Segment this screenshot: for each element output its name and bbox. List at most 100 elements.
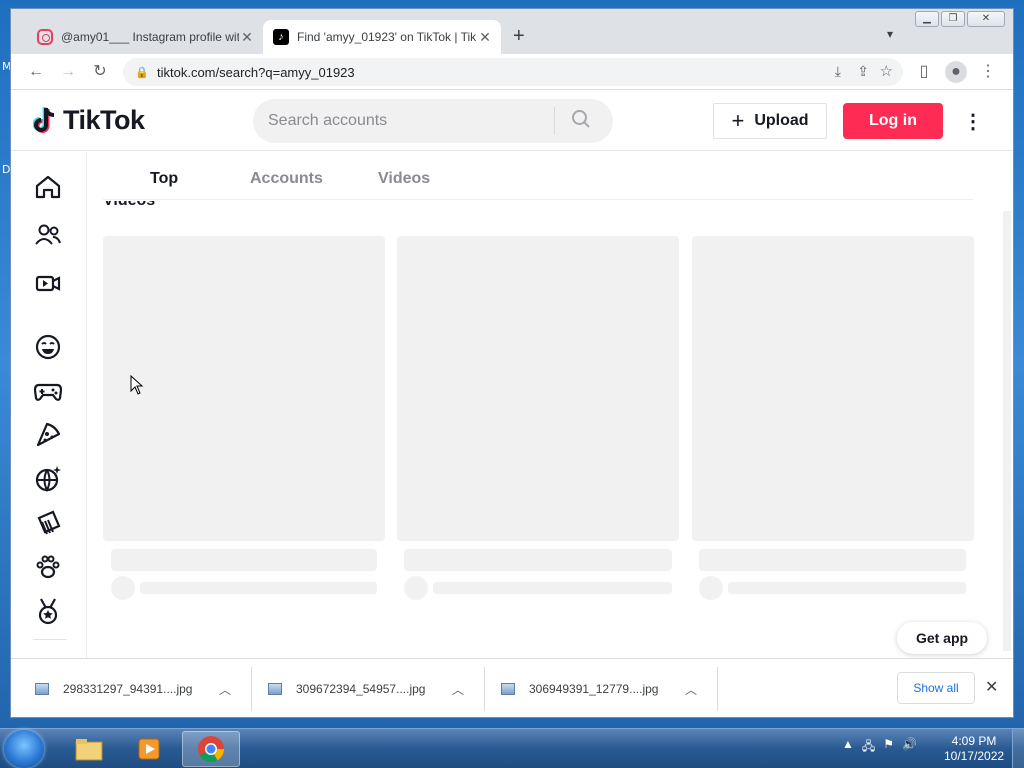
chevron-up-icon[interactable]: ︿ [685, 681, 697, 698]
search-bar [253, 99, 613, 143]
username-placeholder [433, 582, 672, 594]
live-icon[interactable] [33, 268, 63, 298]
avatar-placeholder [699, 576, 723, 600]
download-filename: 298331297_94391....jpg [63, 682, 193, 696]
address-bar[interactable]: 🔒 tiktok.com/search?q=amyy_01923 ⤓ ⇪ ☆ [123, 58, 903, 86]
chrome-icon[interactable] [182, 731, 240, 767]
tab-top[interactable]: Top [150, 170, 178, 188]
back-icon[interactable]: ← [25, 61, 47, 83]
action-center-icon[interactable]: ⚑ [883, 737, 894, 758]
tab-instagram[interactable]: @amy01___ Instagram profile wit ✕ [27, 20, 263, 54]
avatar-placeholder [404, 576, 428, 600]
image-file-icon [501, 683, 515, 695]
side-panel-icon[interactable]: ▯ [913, 61, 935, 83]
search-icon [572, 109, 590, 128]
get-app-button[interactable]: Get app [897, 622, 987, 654]
search-button[interactable] [555, 109, 607, 134]
tab-title: Find 'amyy_01923' on TikTok | Tik [297, 30, 477, 44]
gaming-icon[interactable] [33, 376, 63, 406]
title-placeholder [111, 549, 377, 571]
lock-icon[interactable]: 🔒 [135, 66, 149, 79]
food-icon[interactable] [33, 420, 63, 450]
browser-toolbar: ← → ↻ 🔒 tiktok.com/search?q=amyy_01923 ⤓… [11, 54, 1013, 90]
tab-title: @amy01___ Instagram profile wit [61, 30, 239, 44]
taskbar: ▲ 🖧 ⚑ 🔊 4:09 PM 10/17/2022 [0, 728, 1024, 768]
video-card-placeholder[interactable] [397, 236, 679, 541]
clock-time: 4:09 PM [951, 734, 997, 748]
upload-label: Upload [754, 112, 809, 129]
address-url[interactable]: tiktok.com/search?q=amyy_01923 [157, 65, 355, 80]
mouse-cursor-icon [130, 375, 144, 395]
home-icon[interactable] [33, 172, 63, 202]
clock[interactable]: 4:09 PM 10/17/2022 [944, 734, 1004, 764]
show-desktop-button[interactable] [1012, 729, 1024, 768]
divider [484, 667, 485, 711]
start-button[interactable] [4, 730, 44, 768]
sidebar [11, 152, 87, 658]
chevron-up-icon[interactable]: ︿ [452, 681, 464, 698]
browser-window: @amy01___ Instagram profile wit ✕ ♪ Find… [10, 8, 1014, 718]
show-hidden-icons-icon[interactable]: ▲ [842, 737, 854, 758]
login-button[interactable]: Log in [843, 103, 943, 139]
tiktok-logo[interactable]: TikTok [33, 105, 145, 136]
bookmark-star-icon[interactable]: ☆ [880, 62, 893, 80]
tab-accounts[interactable]: Accounts [250, 170, 323, 188]
avatar-placeholder [111, 576, 135, 600]
volume-icon[interactable]: 🔊 [902, 737, 917, 758]
download-item[interactable]: 306949391_12779....jpg ︿ [501, 659, 697, 717]
restore-button[interactable]: ❐ [941, 11, 965, 27]
share-icon[interactable]: ⇪ [857, 63, 869, 80]
media-player-icon[interactable] [120, 731, 178, 767]
upload-button[interactable]: + Upload [713, 103, 827, 139]
username-placeholder [728, 582, 966, 594]
tiktok-icon: ♪ [273, 29, 289, 45]
image-file-icon [35, 683, 49, 695]
video-card-placeholder[interactable] [692, 236, 974, 541]
more-options-icon[interactable]: ⋮ [963, 109, 983, 134]
beauty-icon[interactable] [33, 508, 63, 538]
tab-videos[interactable]: Videos [378, 170, 430, 188]
explorer-icon[interactable] [60, 731, 118, 767]
clock-date: 10/17/2022 [944, 749, 1005, 763]
video-card-placeholder[interactable] [103, 236, 385, 541]
title-placeholder [404, 549, 672, 571]
download-item[interactable]: 309672394_54957....jpg ︿ [268, 659, 464, 717]
download-item[interactable]: 298331297_94391....jpg ︿ [35, 659, 231, 717]
chevron-up-icon[interactable]: ︿ [219, 681, 231, 698]
download-bar: 298331297_94391....jpg ︿ 309672394_54957… [11, 658, 1013, 717]
instagram-icon [37, 29, 53, 45]
show-all-button[interactable]: Show all [897, 672, 975, 704]
tiktok-header: TikTok + Upload Log in ⋮ [11, 91, 1013, 151]
system-tray: ▲ 🖧 ⚑ 🔊 [842, 737, 917, 758]
window-controls: ▁ ❐ ✕ [915, 11, 1005, 27]
tab-tiktok[interactable]: ♪ Find 'amyy_01923' on TikTok | Tik ✕ [263, 20, 501, 54]
tiktok-logo-text: TikTok [63, 105, 145, 135]
section-heading: Videos [103, 201, 155, 209]
network-icon[interactable]: 🖧 [862, 737, 875, 758]
minimize-button[interactable]: ▁ [915, 11, 939, 27]
close-window-button[interactable]: ✕ [967, 11, 1005, 27]
profile-avatar-icon[interactable]: ● [945, 61, 967, 83]
plus-icon: + [731, 108, 745, 133]
animals-icon[interactable] [33, 552, 63, 582]
close-icon[interactable]: ✕ [985, 677, 998, 697]
sports-icon[interactable] [33, 596, 63, 626]
comedy-icon[interactable] [33, 332, 63, 362]
tab-search-chevron-icon[interactable]: ▾ [887, 27, 893, 41]
new-tab-button[interactable]: + [513, 25, 525, 48]
search-input[interactable] [268, 112, 554, 130]
chrome-menu-icon[interactable]: ⋮ [977, 61, 999, 83]
divider [717, 667, 718, 711]
close-tab-icon[interactable]: ✕ [239, 29, 255, 46]
image-file-icon [268, 683, 282, 695]
forward-icon[interactable]: → [57, 61, 79, 83]
tiktok-logo-icon [33, 106, 55, 133]
tiktok-page: TikTok + Upload Log in ⋮ Top [11, 91, 1013, 658]
reload-icon[interactable]: ↻ [89, 61, 111, 83]
travel-icon[interactable] [33, 464, 63, 494]
scrollbar[interactable] [1003, 211, 1011, 651]
install-icon[interactable]: ⤓ [835, 63, 841, 80]
close-tab-icon[interactable]: ✕ [477, 29, 493, 46]
title-placeholder [699, 549, 966, 571]
following-icon[interactable] [33, 220, 63, 250]
